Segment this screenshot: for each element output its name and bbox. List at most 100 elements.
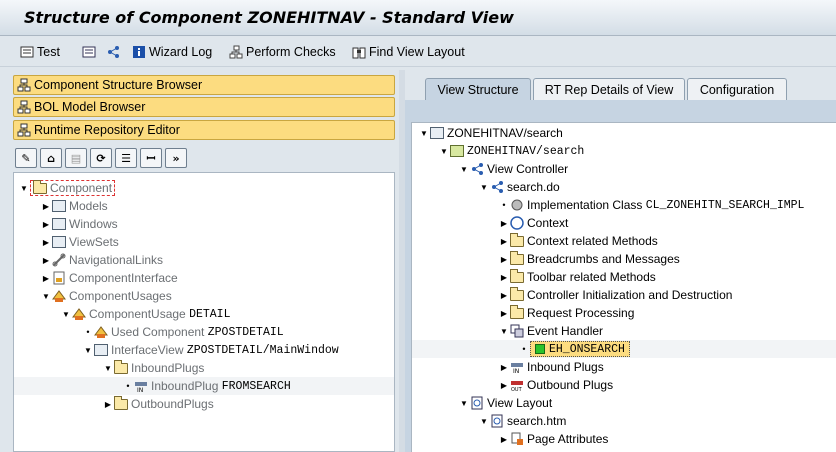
tree-node-view[interactable]: ▼ ZONEHITNAV/search (438, 142, 584, 160)
binoculars-icon: ꟷ (146, 151, 156, 165)
checks-icon (229, 45, 243, 59)
collapse-icon[interactable]: ▼ (478, 415, 490, 427)
find-button[interactable]: ꟷ (140, 148, 162, 168)
controller-icon (490, 180, 504, 194)
inbound-plug-icon: IN (134, 379, 148, 394)
save-icon: ▤ (70, 151, 82, 165)
collapse-icon[interactable]: ▼ (40, 290, 52, 302)
tree-node-inbound-plugs[interactable]: ▶ IN Inbound Plugs (498, 358, 604, 376)
tree-node-search-do[interactable]: ▼ search.do (478, 178, 560, 196)
find-next-button[interactable]: » (165, 148, 187, 168)
component-structure-browser-button[interactable]: Component Structure Browser (13, 75, 395, 95)
bol-model-browser-button[interactable]: BOL Model Browser (13, 97, 395, 117)
tree-node-controller-init[interactable]: ▶ Controller Initialization and Destruct… (498, 286, 732, 304)
tree-node-context-methods[interactable]: ▶ Context related Methods (498, 232, 658, 250)
tree-node-toolbar-methods[interactable]: ▶ Toolbar related Methods (498, 268, 656, 286)
perform-checks-button[interactable]: Perform Checks (229, 43, 336, 61)
runtime-repository-editor-button[interactable]: Runtime Repository Editor (13, 120, 395, 140)
view-icon (430, 127, 444, 139)
collapse-icon[interactable]: ▼ (438, 145, 450, 157)
tree-node-implementation-class[interactable]: • Implementation Class CL_ZONEHITN_SEARC… (498, 196, 804, 214)
tree-node-interface-view[interactable]: ▼ InterfaceView ZPOSTDETAIL/MainWindow (82, 341, 339, 359)
tree-node-used-component[interactable]: • Used Component ZPOSTDETAIL (82, 323, 283, 341)
tree-node-component-usages[interactable]: ▼ ComponentUsages (40, 287, 172, 305)
expand-icon[interactable]: ▶ (498, 271, 510, 283)
tree-node-request-processing[interactable]: ▶ Request Processing (498, 304, 634, 322)
tree-node-context[interactable]: ▶ Context (498, 214, 568, 232)
collapse-icon[interactable]: ▼ (458, 163, 470, 175)
expand-icon[interactable]: ▶ (498, 433, 510, 445)
tree-node-eh-onsearch[interactable]: • EH_ONSEARCH (412, 340, 836, 358)
folder-icon (33, 179, 47, 194)
svg-text:OUT: OUT (511, 387, 523, 392)
details-button[interactable]: ☰ (115, 148, 137, 168)
collapse-icon[interactable]: ▼ (478, 181, 490, 193)
expand-icon[interactable]: ▶ (498, 379, 510, 391)
expand-icon[interactable]: ▶ (498, 289, 510, 301)
tree-node-event-handler[interactable]: ▼ Event Handler (498, 322, 603, 340)
tree-node-outbound-plugs[interactable]: ▶ OUT Outbound Plugs (498, 376, 613, 394)
tree-node-navigational-links[interactable]: ▶ NavigationalLinks (40, 251, 163, 269)
folder-icon (114, 395, 128, 410)
expand-icon[interactable]: ▶ (498, 253, 510, 265)
collapse-icon[interactable]: ▼ (82, 344, 94, 356)
usages-icon (52, 289, 66, 303)
tree-node-models[interactable]: ▶ Models (40, 197, 108, 215)
tree-node-view-layout[interactable]: ▼ View Layout (458, 394, 552, 412)
list-icon (82, 45, 96, 59)
tree-node-breadcrumbs[interactable]: ▶ Breadcrumbs and Messages (498, 250, 680, 268)
hierarchy-button[interactable] (106, 43, 120, 61)
collapse-icon[interactable]: ▼ (498, 325, 510, 337)
refresh-button[interactable]: ⟳ (90, 148, 112, 168)
binoculars-icon (352, 45, 366, 59)
info-icon (132, 45, 146, 59)
window-icon (94, 344, 108, 356)
collapse-icon[interactable]: ▼ (102, 362, 114, 374)
event-handler-icon (510, 324, 524, 338)
collapse-icon[interactable]: ▼ (418, 127, 430, 139)
collapse-icon[interactable]: ▼ (458, 397, 470, 409)
expand-icon[interactable]: ▶ (40, 200, 52, 212)
tree-node-component-usage-detail[interactable]: ▼ ComponentUsage DETAIL (60, 305, 230, 323)
expand-icon[interactable]: ▶ (40, 272, 52, 284)
tree-node-outbound-plugs[interactable]: ▶ OutboundPlugs (102, 395, 214, 413)
create-button[interactable]: ⌂ (40, 148, 62, 168)
windows-icon (52, 218, 66, 230)
expand-icon[interactable]: ▶ (40, 236, 52, 248)
expand-icon[interactable]: ▶ (498, 361, 510, 373)
save-button[interactable]: ▤ (65, 148, 87, 168)
svg-text:IN: IN (137, 387, 143, 393)
collapse-icon[interactable]: ▼ (18, 182, 30, 194)
expand-icon[interactable]: ▶ (102, 398, 114, 410)
expand-icon[interactable]: ▶ (40, 254, 52, 266)
tree-node-page-attributes[interactable]: ▶ Page Attributes (498, 430, 608, 448)
bullet-icon: • (126, 381, 130, 391)
test-button[interactable]: Test (20, 43, 60, 61)
tree-node-windows[interactable]: ▶ Windows (40, 215, 118, 233)
tab-configuration[interactable]: Configuration (687, 78, 787, 100)
link-icon (52, 253, 66, 267)
expand-icon[interactable]: ▶ (40, 218, 52, 230)
wizard-log-button[interactable]: Wizard Log (132, 43, 212, 61)
tree-node-view-controller[interactable]: ▼ View Controller (458, 160, 568, 178)
bullet-icon: • (502, 200, 506, 210)
tree-node-inbound-plugs[interactable]: ▼ InboundPlugs (102, 359, 204, 377)
display-list-button[interactable] (82, 43, 96, 61)
tab-view-structure[interactable]: View Structure (425, 78, 531, 100)
tree-node-root[interactable]: ▼ ZONEHITNAV/search (418, 124, 563, 142)
tab-rt-rep-details[interactable]: RT Rep Details of View (533, 78, 685, 100)
tree-node-search-htm[interactable]: ▼ search.htm (478, 412, 566, 430)
tree-node-component-interface[interactable]: ▶ ComponentInterface (40, 269, 178, 287)
folder-icon (510, 304, 524, 319)
usage-icon (72, 307, 86, 321)
edit-button[interactable]: ✎ (15, 148, 37, 168)
tree-node-viewsets[interactable]: ▶ ViewSets (40, 233, 119, 251)
expand-icon[interactable]: ▶ (498, 307, 510, 319)
structure-icon (17, 123, 31, 137)
collapse-icon[interactable]: ▼ (60, 308, 72, 320)
find-view-layout-button[interactable]: Find View Layout (352, 43, 465, 61)
expand-icon[interactable]: ▶ (498, 235, 510, 247)
expand-icon[interactable]: ▶ (498, 217, 510, 229)
tree-node-inbound-plug-fromsearch[interactable]: • IN InboundPlug FROMSEARCH (14, 377, 394, 395)
tree-node-component[interactable]: ▼ Component (18, 179, 116, 197)
